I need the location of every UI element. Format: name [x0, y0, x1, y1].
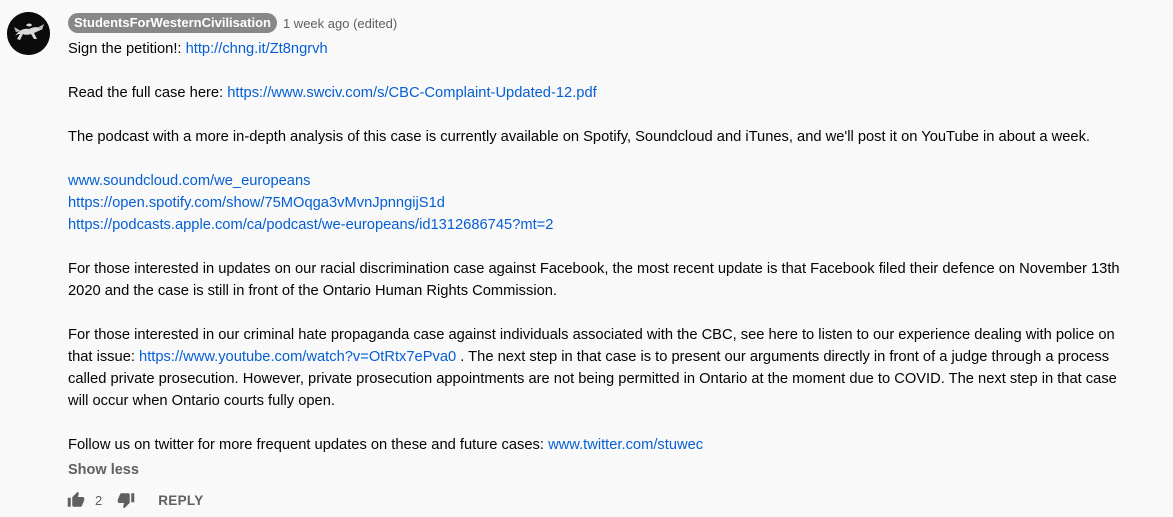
- cbc-update-line-2: that issue: https://www.youtube.com/watc…: [68, 346, 1172, 368]
- cbc-update-line-3: called private prosecution. However, pri…: [68, 371, 1117, 387]
- petition-prefix: Sign the petition!:: [68, 41, 186, 57]
- twitter-prefix: Follow us on twitter for more frequent u…: [68, 437, 549, 453]
- comment-body: Sign the petition!: http://chng.it/Zt8ng…: [68, 38, 1172, 456]
- soundcloud-link[interactable]: www.soundcloud.com/we_europeans: [68, 173, 311, 189]
- twitter-link[interactable]: www.twitter.com/stuwec: [548, 437, 703, 453]
- thumbs-down-glyph: [117, 493, 135, 509]
- twitter-line: Follow us on twitter for more frequent u…: [68, 434, 1172, 456]
- petition-line: Sign the petition!: http://chng.it/Zt8ng…: [68, 38, 1172, 60]
- case-pdf-link[interactable]: https://www.swciv.com/s/CBC-Complaint-Up…: [227, 85, 597, 101]
- thumbs-down-icon[interactable]: [116, 490, 136, 510]
- cbc-update-line-1: For those interested in our criminal hat…: [68, 327, 1115, 343]
- spotify-line: https://open.spotify.com/show/75MOqga3vM…: [68, 192, 1172, 214]
- case-line: Read the full case here: https://www.swc…: [68, 82, 1172, 104]
- apple-podcasts-link[interactable]: https://podcasts.apple.com/ca/podcast/we…: [68, 217, 553, 233]
- cbc-update-line-4: will occur when Ontario courts fully ope…: [68, 393, 335, 409]
- youtube-link[interactable]: https://www.youtube.com/watch?v=OtRtx7eP…: [139, 349, 456, 365]
- avatar-emblem-icon: [7, 12, 50, 55]
- comment-timestamp[interactable]: 1 week ago (edited): [283, 16, 397, 31]
- podcast-links: www.soundcloud.com/we_europeans: [68, 170, 1172, 192]
- reply-button[interactable]: REPLY: [158, 493, 203, 508]
- facebook-update-line-2: 2020 and the case is still in front of t…: [68, 283, 557, 299]
- case-prefix: Read the full case here:: [68, 85, 228, 101]
- cbc-prefix: that issue:: [68, 349, 140, 365]
- apple-podcasts-line: https://podcasts.apple.com/ca/podcast/we…: [68, 214, 1172, 236]
- thumbs-up-icon[interactable]: [66, 490, 86, 510]
- comment-header: StudentsForWesternCivilisation 1 week ag…: [68, 12, 397, 34]
- thumbs-up-glyph: [67, 491, 85, 507]
- like-count: 2: [95, 492, 103, 508]
- facebook-update-line-1: For those interested in updates on our r…: [68, 261, 1120, 277]
- comment-actions: 2 REPLY: [66, 488, 204, 512]
- spotify-link[interactable]: https://open.spotify.com/show/75MOqga3vM…: [68, 195, 445, 211]
- author-name[interactable]: StudentsForWesternCivilisation: [68, 13, 277, 33]
- petition-link[interactable]: http://chng.it/Zt8ngrvh: [186, 41, 328, 57]
- avatar[interactable]: [7, 12, 50, 55]
- show-less-button[interactable]: Show less: [68, 459, 139, 481]
- comment-thread: StudentsForWesternCivilisation 1 week ag…: [0, 0, 1173, 517]
- cbc-suffix: . The next step in that case is to prese…: [456, 349, 1110, 365]
- podcast-text: The podcast with a more in-depth analysi…: [68, 129, 1091, 145]
